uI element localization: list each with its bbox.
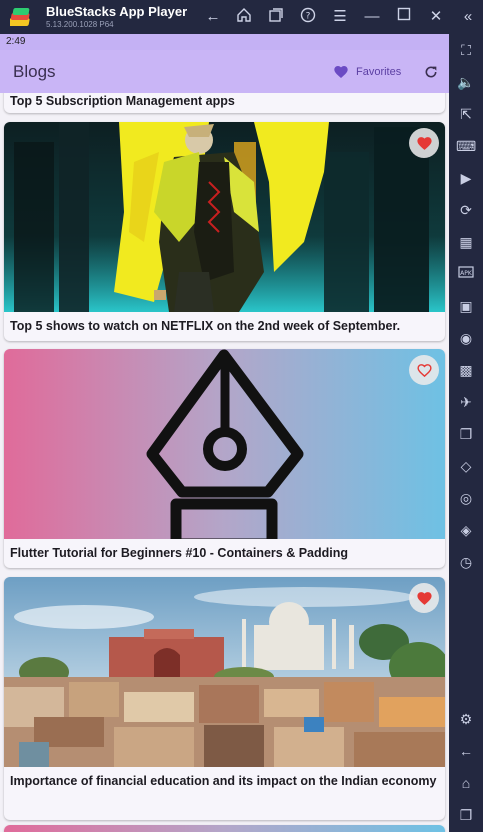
blog-card[interactable]: Importance of financial education and it… [4,577,445,820]
blog-card-title: Flutter Tutorial for Beginners #10 - Con… [10,546,349,560]
favorites-label: Favorites [356,66,402,78]
page-title: Blogs [13,62,56,81]
blog-card-title: Top 5 Subscription Management apps [10,94,235,108]
blog-card-image [4,122,445,312]
blog-card-title: Importance of financial education and it… [10,774,437,788]
fullscreen-icon[interactable]: ⛶ [456,40,476,60]
favorites-button[interactable]: Favorites [333,61,401,83]
shake-icon[interactable]: ◇ [456,456,476,476]
heart-filled-icon [416,591,432,605]
favorite-toggle[interactable] [409,355,439,385]
menu-icon[interactable]: ☰ [330,7,350,27]
refresh-icon[interactable] [423,64,439,80]
app-version: 5.13.200.1028 P64 [46,20,114,29]
app-name: BlueStacks App Player [46,4,188,19]
svg-text:?: ? [306,12,311,22]
media-folder-icon[interactable]: ▩ [456,360,476,380]
emulator-title-bar: BlueStacks App Player 5.13.200.1028 P64 … [0,0,483,34]
location-icon[interactable]: ◎ [456,488,476,508]
blog-card[interactable]: Top 5 shows to watch on NETFLIX on the 2… [4,122,445,341]
volume-icon[interactable]: 🔈 [456,72,476,92]
keyboard-icon[interactable]: ⌨ [456,136,476,156]
screenshot-icon[interactable]: ▣ [456,296,476,316]
rotate-icon[interactable]: ⟳ [456,200,476,220]
collapse-sidebar-icon[interactable]: « [458,7,478,27]
gamepad-icon[interactable]: ▦ [456,232,476,252]
bluestacks-logo-icon [10,8,30,26]
heart-outline-icon [416,363,432,377]
heart-filled-icon [416,136,432,150]
blog-card[interactable]: Top 5 Subscription Management apps [4,93,445,113]
android-recents-icon[interactable]: ❐ [456,805,476,825]
minimize-icon[interactable]: — [362,7,382,27]
device-screen: 2:49 Blogs Favorites Top 5 Subscription … [0,34,449,832]
status-bar: 2:49 [0,34,449,50]
blog-list: Top 5 Subscription Management apps Top 5… [0,93,449,832]
close-icon[interactable]: ✕ [426,7,446,27]
blog-card-title: Top 5 shows to watch on NETFLIX on the 2… [10,319,401,333]
status-time: 2:49 [6,36,26,47]
emulator-sidebar: ⛶ 🔈 ⇱ ⌨ ▶ ⟳ ▦ APK ▣ ◉ ▩ ✈ ❐ ◇ ◎ ◈ ◷ ⚙ ← … [449,34,483,832]
airplane-icon[interactable]: ✈ [456,392,476,412]
back-arrow-icon[interactable]: ← [203,7,223,27]
android-back-icon[interactable]: ← [456,741,476,761]
blog-card-image [4,349,445,539]
screen-record-icon[interactable]: ◉ [456,328,476,348]
eco-mode-icon[interactable]: ◷ [456,552,476,572]
android-home-icon[interactable]: ⌂ [456,773,476,793]
app-bar: Blogs Favorites [0,50,449,93]
help-icon[interactable]: ? [298,7,318,27]
svg-text:APK: APK [460,270,473,277]
home-icon[interactable] [234,7,254,27]
blog-card[interactable]: Flutter Tutorial for Beginners #10 - Con… [4,349,445,568]
blog-card-image [4,577,445,767]
multi-window-icon[interactable]: ❐ [456,424,476,444]
maximize-icon[interactable] [394,7,414,27]
multi-instance-icon[interactable] [266,7,286,27]
favorite-toggle[interactable] [409,583,439,613]
favorite-toggle[interactable] [409,128,439,158]
heart-icon [334,66,348,78]
settings-gear-icon[interactable]: ⚙ [456,709,476,729]
apk-install-icon[interactable]: APK [456,264,476,284]
pointer-icon[interactable]: ⇱ [456,104,476,124]
blog-card[interactable] [4,825,445,832]
layers-icon[interactable]: ◈ [456,520,476,540]
macro-record-icon[interactable]: ▶ [456,168,476,188]
